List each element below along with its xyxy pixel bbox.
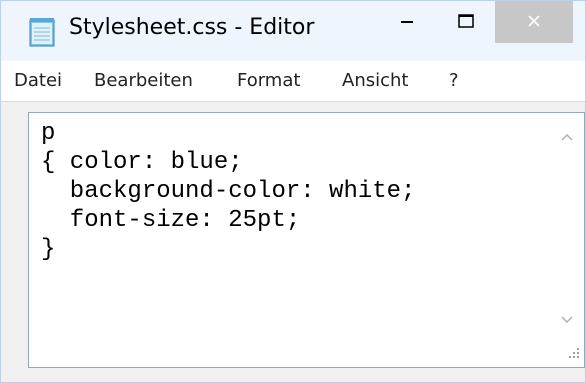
menu-format[interactable]: Format: [237, 70, 300, 91]
menu-datei[interactable]: Datei: [14, 70, 62, 91]
title-bar[interactable]: Stylesheet.css - Editor: [1, 1, 585, 61]
menu-ansicht[interactable]: Ansicht: [342, 70, 408, 91]
minimize-icon: [400, 13, 414, 32]
maximize-button[interactable]: [437, 1, 495, 43]
code-line: p: [41, 120, 56, 147]
menu-help[interactable]: ?: [449, 70, 459, 91]
code-line: { color: blue;: [41, 149, 243, 176]
menu-bar: Datei Bearbeiten Format Ansicht ?: [1, 61, 585, 102]
maximize-icon: [458, 13, 474, 32]
code-line: background-color: white;: [41, 178, 416, 205]
notepad-icon: [29, 17, 55, 47]
minimize-button[interactable]: [377, 1, 437, 43]
chevron-down-icon[interactable]: [560, 310, 574, 329]
menu-bearbeiten[interactable]: Bearbeiten: [94, 70, 193, 91]
close-icon: [527, 13, 541, 32]
text-area[interactable]: p { color: blue; background-color: white…: [28, 112, 585, 368]
window-title: Stylesheet.css - Editor: [69, 15, 315, 40]
editor-window: Stylesheet.css - Editor Datei Bearbeiten…: [0, 0, 586, 383]
close-button[interactable]: [495, 1, 573, 43]
code-line: }: [41, 236, 56, 263]
code-content[interactable]: p { color: blue; background-color: white…: [41, 119, 415, 264]
chevron-up-icon[interactable]: [560, 127, 574, 146]
resize-grip-icon[interactable]: [568, 344, 580, 363]
code-line: font-size: 25pt;: [41, 207, 301, 234]
